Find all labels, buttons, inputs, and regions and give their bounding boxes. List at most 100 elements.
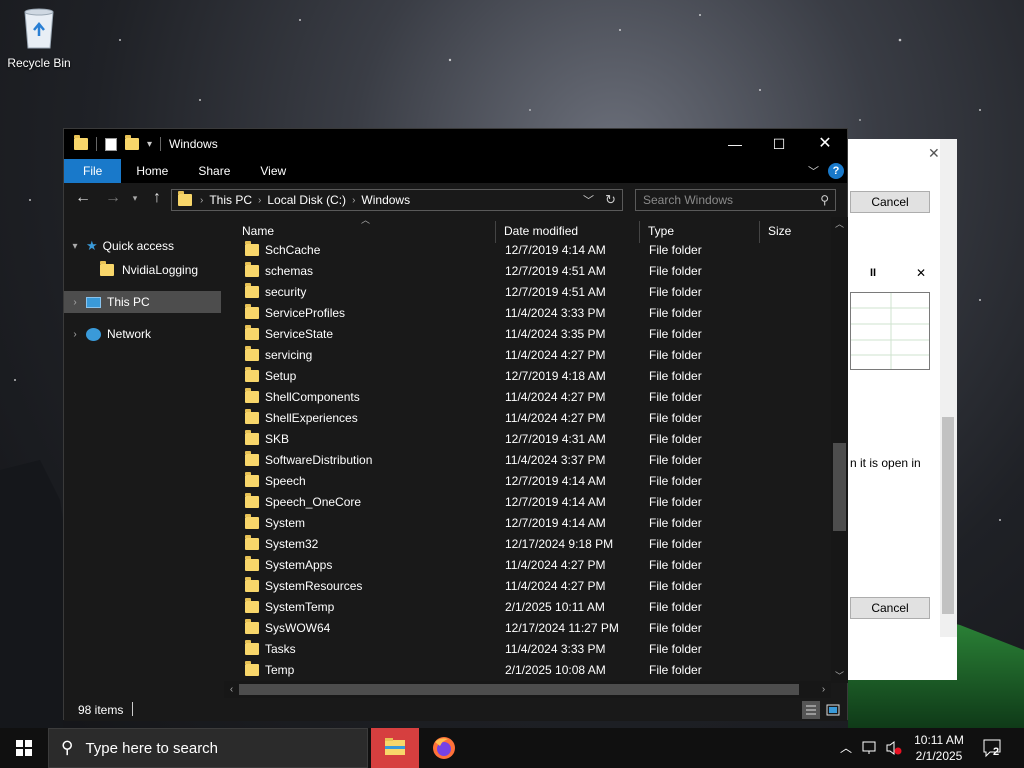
table-row[interactable]: SKB 12/7/2019 4:31 AM File folder — [224, 428, 832, 449]
dialog-scrollbar-thumb[interactable] — [942, 417, 954, 614]
taskbar-search-input[interactable]: Type here to search — [85, 740, 218, 757]
horizontal-scrollbar[interactable]: ‹ › — [224, 681, 831, 698]
search-input[interactable]: Search Windows — [643, 193, 733, 207]
expand-chevron-icon[interactable]: › — [64, 329, 86, 340]
table-row[interactable]: ShellComponents 11/4/2024 4:27 PM File fol… — [224, 386, 832, 407]
breadcrumb-this-pc[interactable]: This PC — [209, 193, 252, 207]
quick-access-toolbar: ▾ — [64, 135, 162, 151]
dialog-close-x-icon[interactable]: ✕ — [916, 266, 926, 280]
file-type: File folder — [649, 537, 702, 551]
nav-network[interactable]: › Network — [64, 323, 221, 345]
expand-ribbon-icon[interactable]: ﹀ — [808, 163, 819, 179]
table-row[interactable]: SystemApps 11/4/2024 4:27 PM File folder — [224, 554, 832, 575]
vertical-scrollbar[interactable]: ︿ ﹀ — [831, 217, 848, 683]
table-row[interactable]: ServiceProfiles 11/4/2024 3:33 PM File fol… — [224, 302, 832, 323]
volume-muted-icon[interactable] — [885, 740, 903, 768]
details-view-icon[interactable] — [802, 701, 820, 719]
refresh-icon[interactable]: ↻ — [605, 192, 616, 208]
table-row[interactable]: Setup 12/7/2019 4:18 AM File folder — [224, 365, 832, 386]
scroll-up-icon[interactable]: ︿ — [831, 217, 848, 230]
recycle-bin-shortcut[interactable]: Recycle Bin — [6, 6, 72, 70]
table-row[interactable]: Speech 12/7/2019 4:14 AM File folder — [224, 470, 832, 491]
folder-icon — [245, 556, 259, 571]
clock-time: 10:11 AM — [914, 733, 964, 747]
windows-logo-icon — [16, 740, 32, 756]
collapse-chevron-icon[interactable]: ▾ — [64, 241, 86, 252]
folder-icon — [245, 325, 259, 340]
folder-icon — [245, 598, 259, 613]
table-row[interactable]: SoftwareDistribution 11/4/2024 3:37 PM Fil… — [224, 449, 832, 470]
start-button[interactable] — [0, 728, 48, 768]
nav-this-pc[interactable]: › This PC — [64, 291, 221, 313]
taskbar-search[interactable]: ⚲ Type here to search — [48, 728, 368, 768]
file-explorer-window: ▾ Windows — ☐ ✕ File Home Share View ﹀ ?… — [63, 128, 848, 721]
file-date: 11/4/2024 4:27 PM — [505, 411, 606, 425]
cancel-button-top[interactable]: Cancel — [850, 191, 930, 213]
large-icons-view-icon[interactable] — [824, 701, 842, 719]
file-name: Setup — [265, 369, 297, 383]
address-bar[interactable]: › This PC › Local Disk (C:) › Windows ﹀ … — [171, 189, 623, 211]
pause-icon[interactable]: II — [870, 267, 876, 279]
scroll-left-icon[interactable]: ‹ — [224, 681, 239, 698]
file-date: 12/17/2024 9:18 PM — [505, 537, 614, 551]
table-row[interactable]: ServiceState 11/4/2024 3:35 PM File folder — [224, 323, 832, 344]
vertical-scroll-thumb[interactable] — [833, 443, 846, 531]
breadcrumb-local-disk[interactable]: Local Disk (C:) — [267, 193, 346, 207]
forward-arrow-icon[interactable]: → — [102, 189, 124, 207]
help-icon[interactable]: ? — [828, 163, 844, 179]
properties-icon[interactable] — [105, 137, 117, 151]
search-icon: ⚲ — [820, 193, 829, 207]
nav-nvidialogging[interactable]: NvidiaLogging — [64, 259, 221, 281]
file-name: System32 — [265, 537, 319, 551]
folder-icon — [245, 388, 259, 403]
new-folder-icon[interactable] — [125, 135, 139, 150]
file-type: File folder — [649, 558, 702, 572]
file-type: File folder — [649, 411, 702, 425]
table-row[interactable]: SystemResources 11/4/2024 4:27 PM File fol… — [224, 575, 832, 596]
customize-qat-icon[interactable]: ▾ — [147, 139, 152, 150]
show-hidden-icons-icon[interactable]: ︿ — [840, 728, 852, 768]
table-row[interactable]: Speech_OneCore 12/7/2019 4:14 AM File fold… — [224, 491, 832, 512]
table-row[interactable]: SystemTemp 2/1/2025 10:11 AM File folder — [224, 596, 832, 617]
maximize-button[interactable]: ☐ — [756, 129, 802, 159]
nav-quick-access[interactable]: ▾ ★ Quick access — [64, 235, 221, 257]
file-name: SKB — [265, 432, 290, 446]
tab-file[interactable]: File — [64, 159, 122, 183]
tab-home[interactable]: Home — [121, 159, 183, 183]
table-row[interactable]: SysWOW64 12/17/2024 11:27 PM File folder — [224, 617, 832, 638]
table-row[interactable]: servicing 11/4/2024 4:27 PM File folder — [224, 344, 832, 365]
tab-view[interactable]: View — [245, 159, 301, 183]
address-dropdown-icon[interactable]: ﹀ — [583, 192, 594, 208]
file-date: 11/4/2024 3:37 PM — [505, 453, 606, 467]
close-button[interactable]: ✕ — [802, 129, 848, 159]
file-type: File folder — [649, 453, 702, 467]
table-row[interactable]: System32 12/17/2024 9:18 PM File folder — [224, 533, 832, 554]
expand-chevron-icon[interactable]: › — [64, 297, 86, 308]
scroll-right-icon[interactable]: › — [816, 681, 831, 698]
system-clock[interactable]: 10:11 AM 2/1/2025 — [904, 732, 974, 764]
up-arrow-icon[interactable]: ↑ — [146, 189, 168, 207]
table-row[interactable]: SchCache 12/7/2019 4:14 AM File folder — [224, 239, 832, 260]
file-name: SystemResources — [265, 579, 363, 593]
table-row[interactable]: ShellExperiences 11/4/2024 4:27 PM File fo… — [224, 407, 832, 428]
folder-icon — [245, 577, 259, 592]
minimize-button[interactable]: — — [712, 129, 758, 159]
network-status-icon[interactable] — [862, 740, 880, 768]
taskbar-firefox[interactable] — [420, 728, 468, 768]
back-arrow-icon[interactable]: ← — [72, 189, 94, 207]
tab-share[interactable]: Share — [183, 159, 245, 183]
table-row[interactable]: Temp 2/1/2025 10:08 AM File folder — [224, 659, 832, 680]
table-row[interactable]: Tasks 11/4/2024 3:33 PM File folder — [224, 638, 832, 659]
taskbar-file-explorer[interactable] — [371, 728, 419, 768]
horizontal-scroll-thumb[interactable] — [239, 684, 799, 695]
search-box[interactable]: Search Windows ⚲ — [635, 189, 836, 211]
table-row[interactable]: security 12/7/2019 4:51 AM File folder — [224, 281, 832, 302]
background-dialog-close-icon[interactable]: ✕ — [928, 145, 940, 162]
table-row[interactable]: System 12/7/2019 4:14 AM File folder — [224, 512, 832, 533]
recent-locations-icon[interactable]: ▾ — [124, 193, 146, 204]
scroll-down-icon[interactable]: ﹀ — [831, 669, 848, 682]
title-bar[interactable]: ▾ Windows — ☐ ✕ — [64, 129, 847, 159]
breadcrumb-windows[interactable]: Windows — [361, 193, 410, 207]
table-row[interactable]: schemas 12/7/2019 4:51 AM File folder — [224, 260, 832, 281]
cancel-button-bottom[interactable]: Cancel — [850, 597, 930, 619]
